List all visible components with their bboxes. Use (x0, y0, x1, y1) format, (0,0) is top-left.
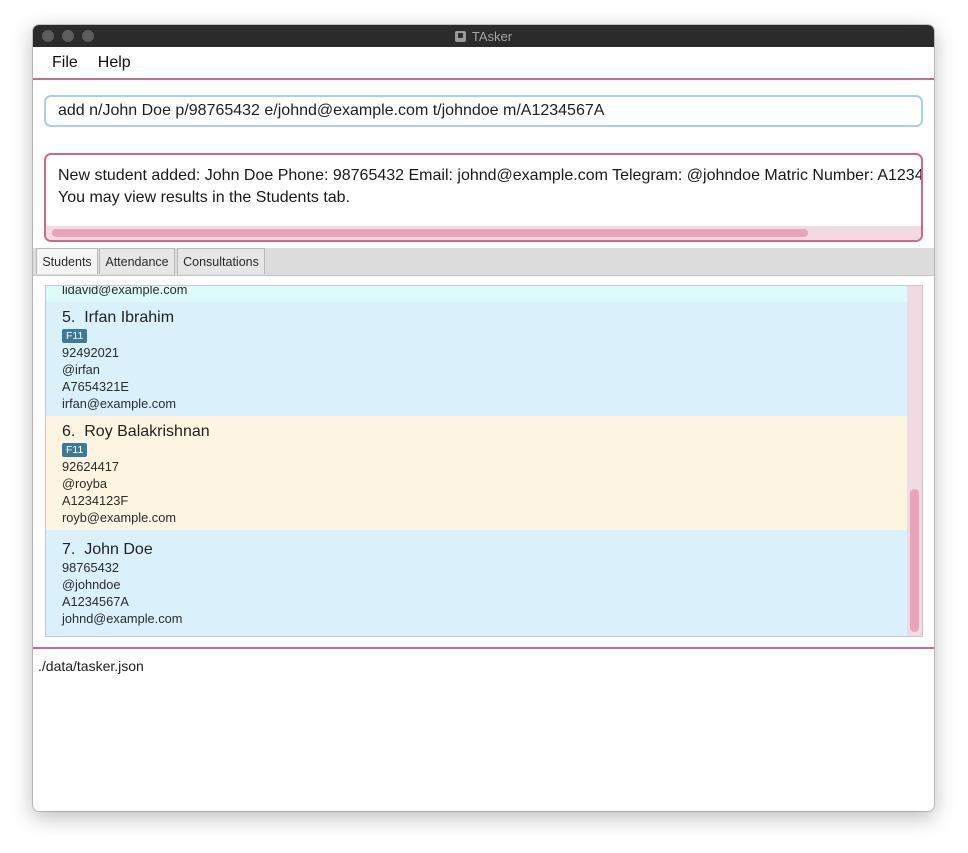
tab-attendance[interactable]: Attendance (99, 248, 175, 274)
list-vertical-scrollbar[interactable] (907, 286, 922, 636)
student-phone: 98765432 (62, 560, 119, 575)
result-text: New student added: John Doe Phone: 98765… (58, 165, 923, 209)
close-window-button[interactable] (42, 30, 54, 42)
student-list[interactable]: lidavid@example.com 5. Irfan Ibrahim F11… (45, 285, 923, 637)
window-title-group: TAsker (454, 28, 513, 44)
title-bar[interactable]: TAsker (33, 25, 934, 47)
student-card-partial[interactable]: lidavid@example.com (46, 286, 907, 302)
list-scrollbar-thumb[interactable] (910, 489, 919, 632)
student-email: johnd@example.com (62, 611, 183, 626)
tab-consultations[interactable]: Consultations (177, 248, 265, 274)
student-telegram: @royba (62, 476, 108, 491)
student-phone: 92624417 (62, 459, 119, 474)
student-card[interactable]: 7. John Doe 98765432 @johndoe A1234567A … (46, 530, 907, 636)
menu-file[interactable]: File (42, 54, 88, 72)
window-controls (42, 30, 94, 42)
menu-help[interactable]: Help (88, 54, 141, 72)
tab-bar: Students Attendance Consultations (33, 248, 934, 276)
student-card[interactable]: 5. Irfan Ibrahim F11 92492021 @irfan A76… (46, 302, 907, 416)
command-input-text: add n/John Doe p/98765432 e/johnd@exampl… (58, 102, 605, 119)
result-line-1: New student added: John Doe Phone: 98765… (58, 167, 923, 184)
student-telegram: @irfan (62, 362, 100, 377)
student-email: royb@example.com (62, 510, 176, 525)
student-email: irfan@example.com (62, 396, 176, 411)
student-matric: A7654321E (62, 379, 129, 394)
app-icon (454, 30, 466, 42)
student-telegram: @johndoe (62, 577, 121, 592)
student-card[interactable]: 6. Roy Balakrishnan F11 92624417 @royba … (46, 416, 907, 530)
result-horizontal-scrollbar[interactable] (46, 226, 921, 240)
tag-badge: F11 (62, 443, 88, 457)
status-divider (33, 647, 934, 649)
minimize-window-button[interactable] (62, 30, 74, 42)
student-matric: A1234123F (62, 493, 129, 508)
tag-badge: F11 (62, 329, 88, 343)
result-scrollbar-thumb[interactable] (52, 229, 808, 237)
app-window: TAsker File Help add n/John Doe p/987654… (33, 25, 934, 811)
command-input[interactable]: add n/John Doe p/98765432 e/johnd@exampl… (44, 95, 923, 127)
student-matric: A1234567A (62, 594, 129, 609)
student-phone: 92492021 (62, 345, 119, 360)
save-file-path: ./data/tasker.json (38, 658, 144, 674)
window-title: TAsker (471, 28, 513, 44)
tab-students[interactable]: Students (36, 248, 98, 274)
student-name: 7. John Doe (62, 541, 153, 558)
student-name: 5. Irfan Ibrahim (62, 309, 175, 326)
zoom-window-button[interactable] (82, 30, 94, 42)
student-email: lidavid@example.com (62, 285, 188, 297)
student-name: 6. Roy Balakrishnan (62, 423, 210, 440)
result-line-2: You may view results in the Students tab… (58, 189, 351, 206)
result-display: New student added: John Doe Phone: 98765… (44, 153, 923, 242)
menu-bar: File Help (33, 47, 934, 80)
